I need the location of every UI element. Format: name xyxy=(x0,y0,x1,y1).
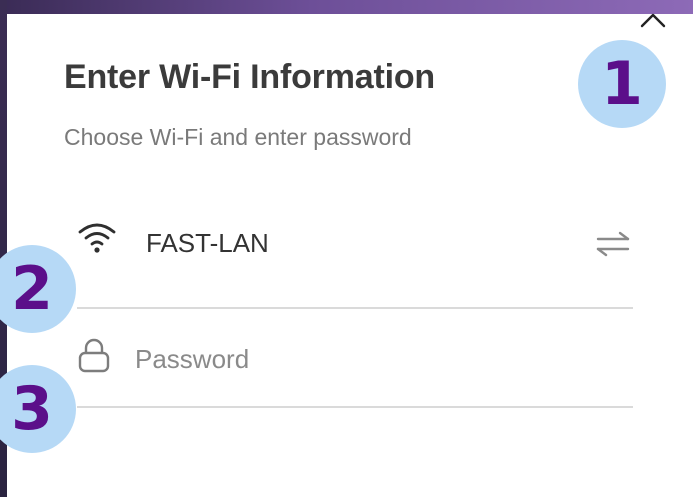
header-gradient-bar xyxy=(0,0,693,14)
wifi-selector-row[interactable]: FAST-LAN xyxy=(77,220,633,290)
annotation-badge-1: 1 xyxy=(578,40,666,128)
lock-icon xyxy=(78,338,110,373)
dialog-subtitle: Choose Wi-Fi and enter password xyxy=(64,124,412,150)
wifi-row-divider xyxy=(77,307,633,309)
password-input[interactable] xyxy=(135,339,615,379)
switch-network-icon[interactable] xyxy=(595,230,631,258)
password-row xyxy=(77,335,633,395)
annotation-badge-3: 3 xyxy=(0,365,76,453)
close-icon[interactable] xyxy=(640,10,666,28)
password-row-divider xyxy=(77,406,633,408)
dialog-title: Enter Wi-Fi Information xyxy=(64,58,435,96)
wifi-network-name: FAST-LAN xyxy=(146,228,269,258)
wifi-icon xyxy=(78,223,116,253)
annotation-badge-2: 2 xyxy=(0,245,76,333)
